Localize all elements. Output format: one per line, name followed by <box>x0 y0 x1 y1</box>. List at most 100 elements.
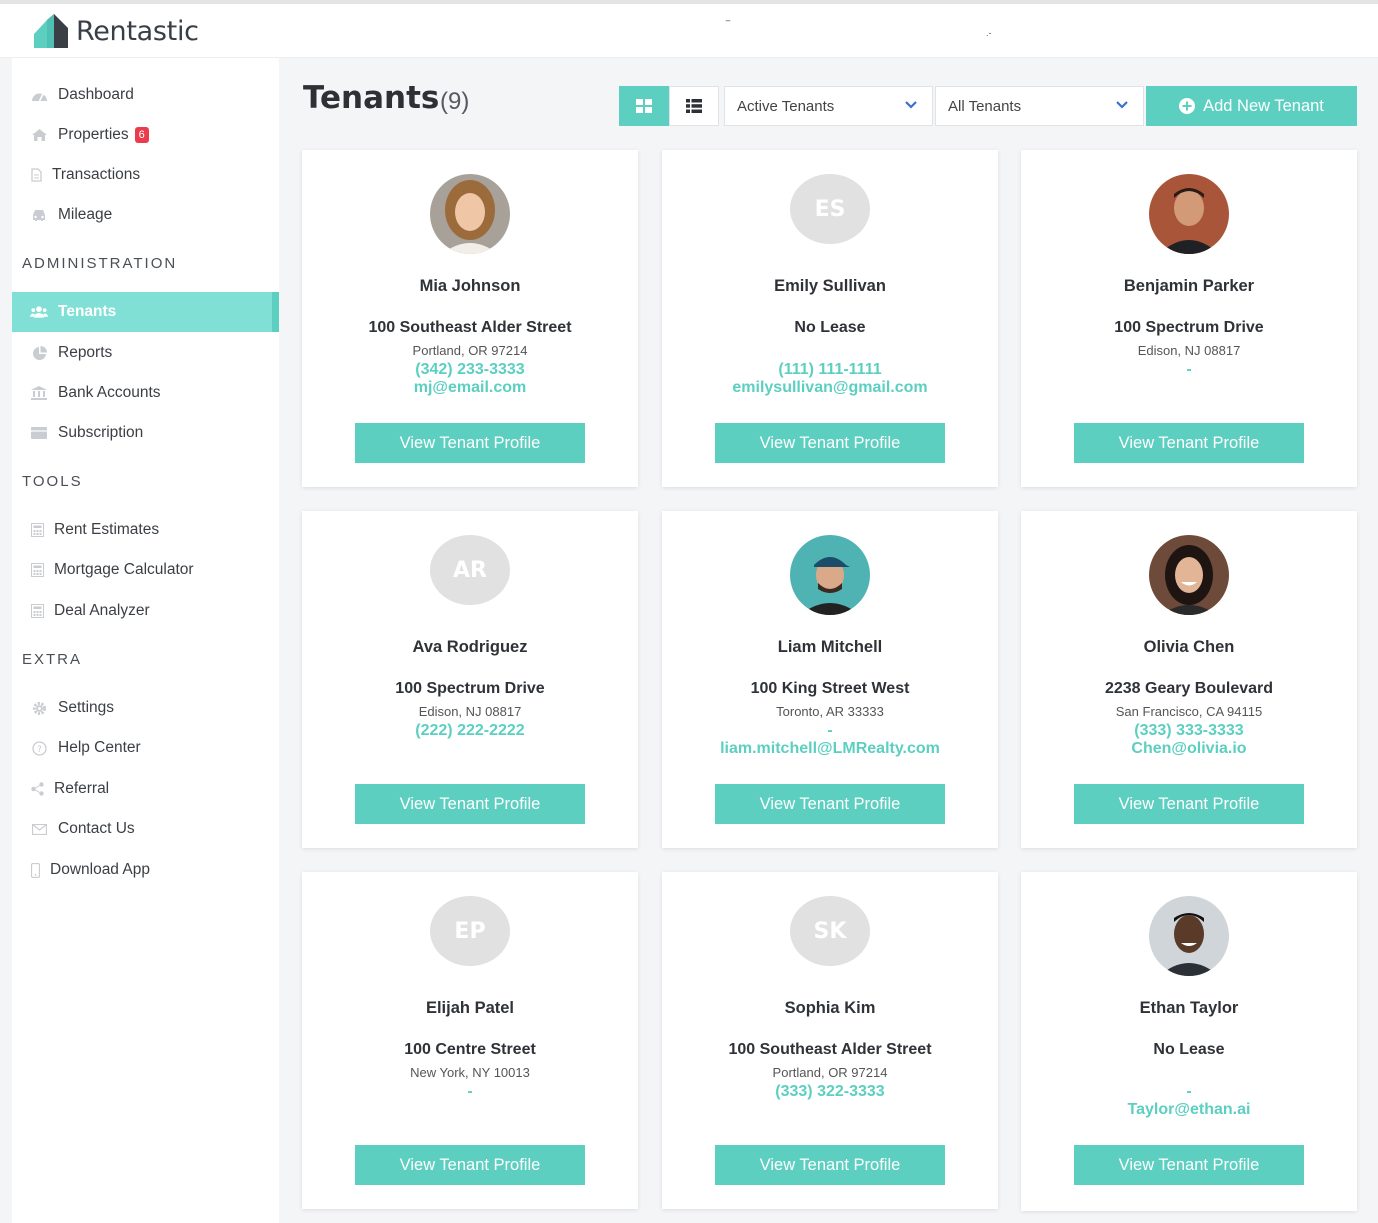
tenant-name: Emily Sullivan <box>774 277 886 295</box>
sidebar-item-label: Download App <box>50 861 150 878</box>
tenant-card: Liam Mitchell 100 King Street West Toron… <box>662 511 998 848</box>
view-tenant-profile-button[interactable]: View Tenant Profile <box>715 423 945 463</box>
tenant-address: 2238 Geary Boulevard <box>1104 680 1274 697</box>
tenant-photo[interactable] <box>790 535 870 615</box>
view-tenant-profile-button[interactable]: View Tenant Profile <box>1074 784 1304 824</box>
sidebar-item-dashboard[interactable]: Dashboard <box>12 75 279 115</box>
tenant-card: ES Emily Sullivan No Lease (111) 111-111… <box>662 150 998 487</box>
sidebar-item-help-center[interactable]: ? Help Center <box>12 728 279 768</box>
help-icon: ? <box>30 740 48 756</box>
tenant-status-select[interactable]: Active Tenants <box>724 86 933 126</box>
tenant-card: Mia Johnson 100 Southeast Alder Street P… <box>302 150 638 487</box>
tenant-name: Elijah Patel <box>425 999 515 1017</box>
grid-view-button[interactable] <box>619 86 669 126</box>
tenant-initials-avatar[interactable]: ES <box>790 174 870 244</box>
properties-count-badge: 6 <box>134 127 149 143</box>
view-tenant-profile-button[interactable]: View Tenant Profile <box>1074 1145 1304 1185</box>
tenant-photo[interactable] <box>1149 896 1229 976</box>
add-new-tenant-label: Add New Tenant <box>1203 96 1324 115</box>
tenant-address: 100 Centre Street <box>404 1041 536 1058</box>
sidebar-item-deal-analyzer[interactable]: Deal Analyzer <box>12 591 279 631</box>
view-tenant-profile-button[interactable]: View Tenant Profile <box>1074 423 1304 463</box>
sidebar-item-subscription[interactable]: Subscription <box>12 413 279 453</box>
view-tenant-profile-button[interactable]: View Tenant Profile <box>355 423 585 463</box>
tenant-city: Portland, OR 97214 <box>772 1065 888 1080</box>
tenant-phone[interactable]: (333) 322-3333 <box>662 1083 998 1101</box>
sidebar-item-referral[interactable]: Referral <box>12 769 279 809</box>
tenant-photo[interactable] <box>1149 174 1229 254</box>
sidebar-item-download-app[interactable]: Download App <box>12 850 279 890</box>
sidebar-item-label: Subscription <box>58 424 144 441</box>
sidebar-item-bank-accounts[interactable]: Bank Accounts <box>12 373 279 413</box>
sidebar-item-label: Help Center <box>58 739 141 756</box>
tenant-initials-avatar[interactable]: AR <box>430 535 510 605</box>
tenant-email[interactable]: emilysullivan@gmail.com <box>662 379 998 397</box>
app-name: Rentastic <box>76 15 199 47</box>
tenant-group-select[interactable]: All Tenants <box>935 86 1144 126</box>
plus-circle-icon <box>1179 98 1196 114</box>
sidebar-item-properties[interactable]: Properties 6 <box>12 115 279 155</box>
sidebar-item-label: Bank Accounts <box>58 384 161 401</box>
tenant-email[interactable]: Chen@olivia.io <box>1021 740 1357 758</box>
view-tenant-profile-button[interactable]: View Tenant Profile <box>355 1145 585 1185</box>
tenant-phone[interactable]: - <box>1021 361 1357 379</box>
sidebar-item-contact-us[interactable]: Contact Us <box>12 809 279 849</box>
view-tenant-profile-button[interactable]: View Tenant Profile <box>715 784 945 824</box>
sidebar-item-label: Referral <box>54 780 110 797</box>
sidebar-item-label: Reports <box>58 344 113 361</box>
add-new-tenant-button[interactable]: Add New Tenant <box>1146 86 1357 126</box>
section-extra: EXTRA <box>22 651 83 668</box>
tenant-count: (9) <box>440 88 470 115</box>
sidebar-item-mileage[interactable]: Mileage <box>12 195 279 235</box>
tenant-status-value: Active Tenants <box>737 97 835 115</box>
tenant-photo[interactable] <box>1149 535 1229 615</box>
sidebar-item-transactions[interactable]: Transactions <box>12 155 279 195</box>
calculator-icon <box>30 562 44 578</box>
tenant-phone[interactable]: (342) 233-3333 <box>302 361 638 379</box>
sidebar-item-reports[interactable]: Reports <box>12 333 279 373</box>
tenant-email[interactable]: mj@email.com <box>302 379 638 397</box>
header-mark: ‾ <box>726 19 730 33</box>
calculator-icon <box>30 522 44 538</box>
tenant-address: 100 King Street West <box>750 680 910 697</box>
sidebar-item-label: Deal Analyzer <box>54 602 150 619</box>
tenant-name: Benjamin Parker <box>1123 277 1255 295</box>
section-administration: ADMINISTRATION <box>22 255 178 272</box>
tenant-phone[interactable]: - <box>302 1083 638 1101</box>
tenant-email[interactable]: liam.mitchell@LMRealty.com <box>662 740 998 758</box>
users-icon <box>30 304 48 320</box>
sidebar-item-label: Dashboard <box>58 86 134 103</box>
tenant-address: 100 Southeast Alder Street <box>728 1041 932 1058</box>
home-icon <box>30 127 48 143</box>
tenant-initials-avatar[interactable]: SK <box>790 896 870 966</box>
card-icon <box>30 425 48 441</box>
logo[interactable]: Rentastic <box>32 14 199 48</box>
house-logo-icon <box>34 14 68 48</box>
tenant-card: EP Elijah Patel 100 Centre Street New Yo… <box>302 872 638 1209</box>
tenant-city: Toronto, AR 33333 <box>776 704 884 719</box>
sidebar-item-rent-estimates[interactable]: Rent Estimates <box>12 510 279 550</box>
tenant-phone[interactable]: - <box>662 722 998 740</box>
tenant-address: 100 Southeast Alder Street <box>368 319 572 336</box>
view-tenant-profile-button[interactable]: View Tenant Profile <box>715 1145 945 1185</box>
tenant-name: Mia Johnson <box>419 277 521 295</box>
dashboard-icon <box>30 87 48 103</box>
sidebar-item-settings[interactable]: Settings <box>12 688 279 728</box>
list-view-button[interactable] <box>669 86 719 126</box>
tenant-email[interactable]: Taylor@ethan.ai <box>1021 1101 1357 1119</box>
tenant-phone[interactable]: - <box>1021 1083 1357 1101</box>
car-icon <box>30 207 48 223</box>
sidebar-item-label: Contact Us <box>58 820 135 837</box>
view-tenant-profile-button[interactable]: View Tenant Profile <box>355 784 585 824</box>
tenant-phone[interactable]: (333) 333-3333 <box>1021 722 1357 740</box>
tenant-group-value: All Tenants <box>948 97 1022 115</box>
tenant-address: 100 Spectrum Drive <box>395 680 545 697</box>
sidebar-item-mortgage-calculator[interactable]: Mortgage Calculator <box>12 550 279 590</box>
sidebar-item-tenants[interactable]: Tenants <box>12 292 279 332</box>
share-icon <box>30 781 44 797</box>
tenant-photo[interactable] <box>430 174 510 254</box>
tenant-phone[interactable]: (111) 111-1111 <box>662 361 998 379</box>
tenant-phone[interactable]: (222) 222-2222 <box>302 722 638 740</box>
sidebar-item-label: Rent Estimates <box>54 521 160 538</box>
tenant-initials-avatar[interactable]: EP <box>430 896 510 966</box>
